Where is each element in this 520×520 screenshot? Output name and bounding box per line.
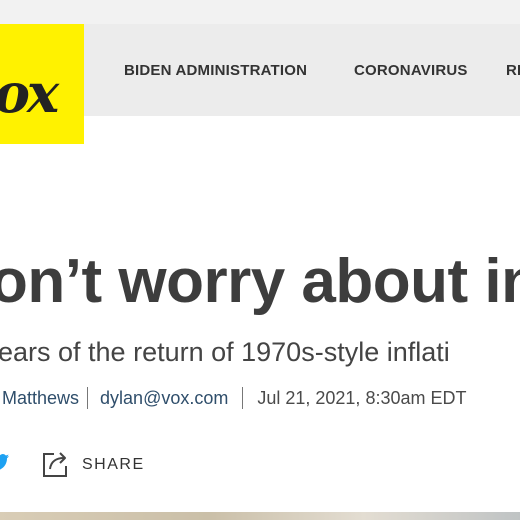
- author-email-link[interactable]: dylan@vox.com: [100, 388, 228, 409]
- vox-logo[interactable]: ox: [0, 24, 84, 144]
- share-label: SHARE: [82, 456, 145, 473]
- top-bar: [0, 0, 520, 24]
- article-dek: ears of the return of 1970s-style inflat…: [0, 337, 450, 367]
- publish-date: Jul 21, 2021, 8:30am EDT: [257, 387, 467, 408]
- author-link[interactable]: Matthews: [2, 388, 79, 409]
- byline: Matthews dylan@vox.com Jul 21, 2021, 8:3…: [2, 384, 466, 412]
- twitter-icon[interactable]: [0, 452, 10, 474]
- share-icon: [40, 447, 72, 484]
- byline-divider: [242, 387, 244, 409]
- page: ox BIDEN ADMINISTRATION CORONAVIRUS RE o…: [0, 0, 520, 520]
- hero-image-edge: [0, 512, 520, 520]
- nav-item-coronavirus[interactable]: CORONAVIRUS: [354, 62, 468, 79]
- nav-item-biden-administration[interactable]: BIDEN ADMINISTRATION: [124, 62, 307, 79]
- share-button[interactable]: SHARE: [40, 449, 145, 481]
- nav-item-partial[interactable]: RE: [506, 62, 520, 79]
- byline-divider: [87, 387, 89, 409]
- article-headline: on’t worry about inf: [0, 247, 520, 316]
- logo-text: ox: [0, 61, 59, 125]
